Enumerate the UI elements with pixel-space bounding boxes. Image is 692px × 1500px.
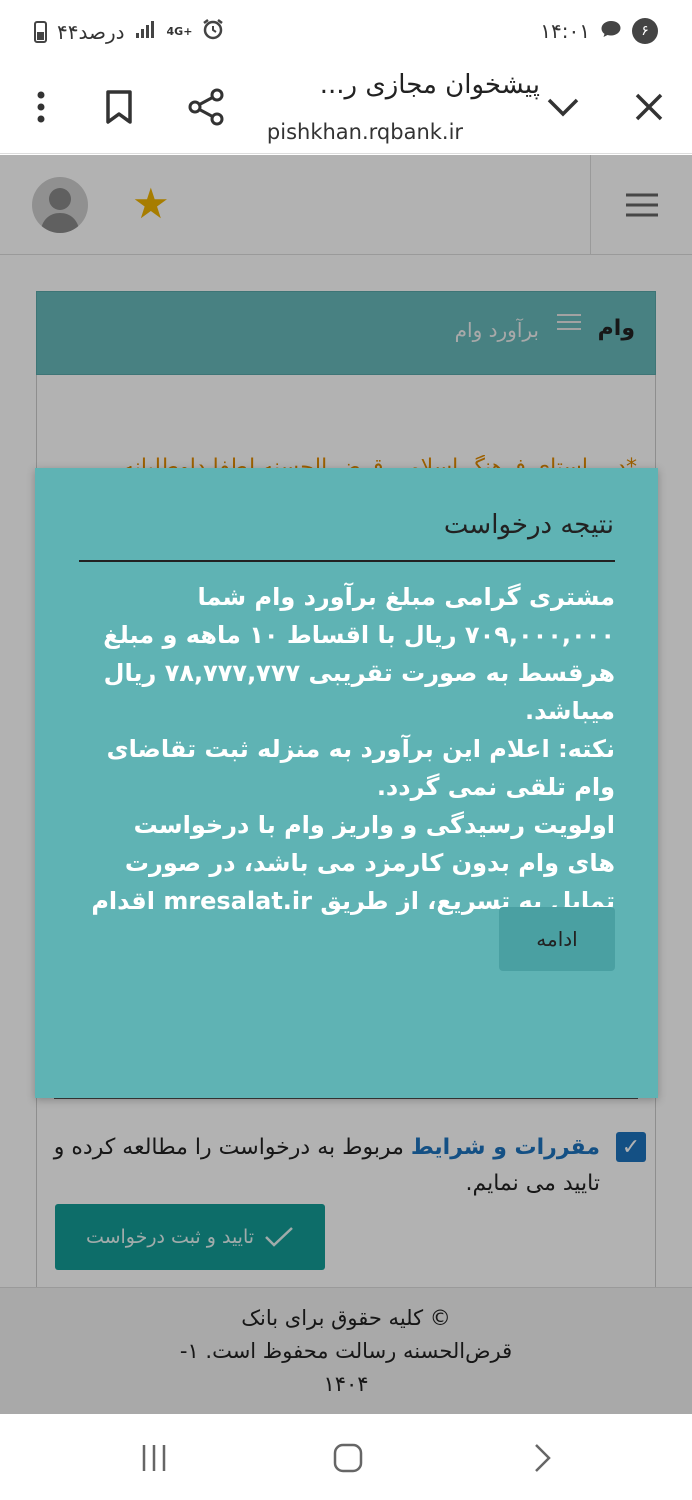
notification-badge: ۶ xyxy=(632,18,658,44)
clock: ۱۴:۰۱ xyxy=(540,19,590,43)
system-navigation-bar xyxy=(0,1414,692,1500)
status-left-group: ۱۴:۰۱ ۶ xyxy=(540,18,658,44)
modal-message-note: نکته: اعلام این برآورد به منزله ثبت تقاض… xyxy=(106,735,615,801)
result-modal: نتیجه درخواست مشتری گرامی مبلغ برآورد وا… xyxy=(35,468,658,1098)
home-icon[interactable] xyxy=(328,1440,368,1476)
more-options-icon[interactable] xyxy=(16,82,66,132)
modal-message: مشتری گرامی مبلغ برآورد وام شما ۷۰۹,۰۰۰,… xyxy=(79,578,615,958)
back-icon[interactable] xyxy=(522,1440,562,1476)
alarm-icon xyxy=(202,18,224,45)
battery-icon xyxy=(34,20,47,43)
chat-icon xyxy=(600,19,622,44)
modal-divider xyxy=(79,560,615,562)
modal-title: نتیجه درخواست xyxy=(443,510,614,540)
modal-message-estimate: مشتری گرامی مبلغ برآورد وام شما ۷۰۹,۰۰۰,… xyxy=(103,583,615,725)
bookmark-icon[interactable] xyxy=(94,82,144,132)
status-bar: ۱۴:۰۱ ۶ ۴۴درصد 4G+ xyxy=(0,0,692,64)
recent-apps-icon[interactable] xyxy=(134,1440,174,1476)
status-right-group: ۴۴درصد 4G+ xyxy=(34,18,224,45)
page-title: پیشخوان مجازی ر... xyxy=(319,70,540,100)
network-type: 4G+ xyxy=(166,25,193,38)
battery-text: ۴۴درصد xyxy=(57,19,125,44)
browser-toolbar: پیشخوان مجازی ر... pishkhan.rqbank.ir xyxy=(0,64,692,154)
continue-button[interactable]: ادامه xyxy=(499,907,615,971)
close-icon[interactable] xyxy=(624,82,674,132)
signal-icon xyxy=(135,19,157,44)
chevron-down-icon[interactable] xyxy=(538,82,588,132)
url-text[interactable]: pishkhan.rqbank.ir xyxy=(200,120,530,144)
